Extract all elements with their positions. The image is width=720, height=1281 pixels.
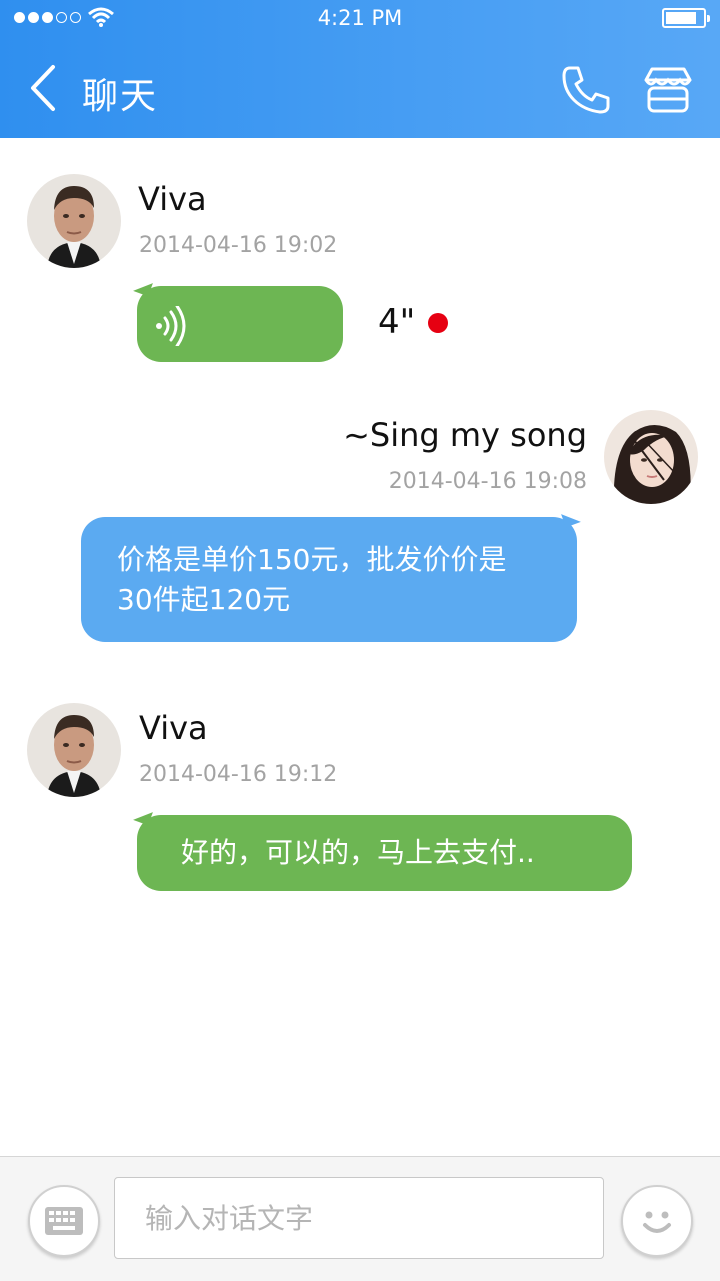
input-bar bbox=[0, 1156, 720, 1281]
page-title: 聊天 bbox=[82, 76, 159, 117]
text-message-bubble[interactable]: 好的，可以的，马上去支付.. bbox=[133, 806, 632, 891]
emoji-button[interactable] bbox=[621, 1185, 693, 1257]
voice-wave-icon bbox=[156, 306, 186, 346]
status-bar: 4:21 PM bbox=[0, 0, 720, 38]
voice-duration: 4" bbox=[378, 302, 416, 342]
sender-name: ~Sing my song bbox=[343, 416, 587, 454]
message-text: 好的，可以的，马上去支付.. bbox=[181, 836, 535, 869]
status-time: 4:21 PM bbox=[317, 6, 403, 30]
text-message-bubble[interactable]: 价格是单价150元，批发价价是 30件起120元 bbox=[81, 508, 581, 642]
message-text-line: 价格是单价150元，批发价价是 bbox=[117, 543, 507, 576]
voice-message-bubble[interactable] bbox=[133, 277, 343, 362]
phone-icon[interactable] bbox=[560, 64, 612, 116]
keyboard-button[interactable] bbox=[28, 1185, 100, 1257]
smiley-icon bbox=[643, 1211, 671, 1233]
message-timestamp: 2014-04-16 19:08 bbox=[388, 469, 587, 494]
sender-name: Viva bbox=[138, 180, 207, 218]
unread-dot bbox=[428, 313, 448, 333]
keyboard-icon bbox=[45, 1207, 83, 1235]
avatar-viva[interactable] bbox=[27, 703, 121, 797]
message-timestamp: 2014-04-16 19:02 bbox=[139, 233, 338, 258]
message-input[interactable] bbox=[114, 1177, 604, 1259]
store-icon[interactable] bbox=[644, 66, 692, 114]
back-icon[interactable] bbox=[28, 64, 58, 112]
message-timestamp: 2014-04-16 19:12 bbox=[139, 762, 338, 787]
battery-icon bbox=[662, 8, 710, 28]
message-text-line: 30件起120元 bbox=[117, 583, 291, 616]
header: 4:21 PM 聊天 bbox=[0, 0, 720, 138]
sender-name: Viva bbox=[139, 709, 208, 747]
avatar-viva[interactable] bbox=[27, 174, 121, 268]
avatar-sing-my-song[interactable] bbox=[604, 410, 698, 504]
